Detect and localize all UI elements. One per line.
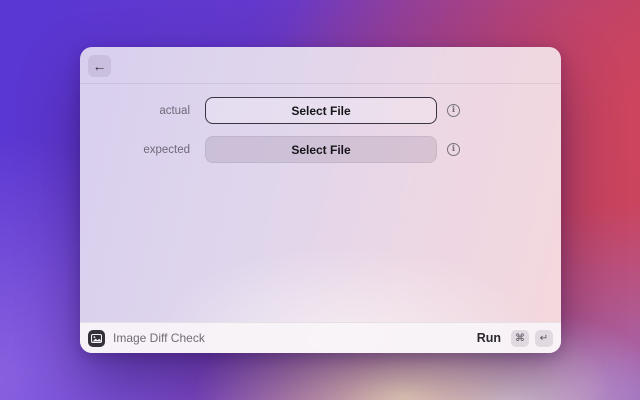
expected-select-file-button[interactable]: Select File — [205, 136, 437, 163]
app-name: Image Diff Check — [113, 331, 205, 345]
form-area: actual Select File i expected Select Fil… — [80, 84, 561, 163]
expected-label: expected — [80, 144, 190, 156]
select-file-button-label: Select File — [291, 143, 350, 157]
back-button[interactable]: ← — [88, 55, 111, 77]
info-icon[interactable]: i — [447, 143, 460, 156]
image-diff-app-icon — [88, 330, 105, 347]
app-chip: Image Diff Check — [88, 330, 205, 347]
select-file-button-label: Select File — [291, 104, 350, 118]
info-icon[interactable]: i — [447, 104, 460, 117]
run-label: Run — [477, 331, 501, 345]
run-action[interactable]: Run ⌘ ↵ — [477, 330, 553, 347]
window-header: ← — [80, 47, 561, 83]
footer-bar: Image Diff Check Run ⌘ ↵ — [80, 322, 561, 353]
app-window: ← actual Select File i expected Select F… — [80, 47, 561, 353]
form-row-expected: expected Select File i — [80, 136, 561, 163]
command-key-icon: ⌘ — [511, 330, 529, 347]
actual-label: actual — [80, 105, 190, 117]
return-key-icon: ↵ — [535, 330, 553, 347]
image-icon — [91, 334, 102, 343]
back-arrow-icon: ← — [93, 59, 107, 73]
form-row-actual: actual Select File i — [80, 97, 561, 124]
actual-select-file-button[interactable]: Select File — [205, 97, 437, 124]
